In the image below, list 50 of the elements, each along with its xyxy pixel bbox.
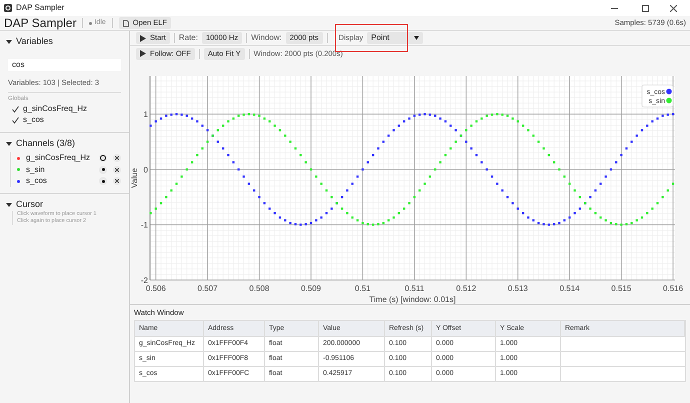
x-tick-label: 0.506 (146, 284, 166, 293)
x-tick-label: 0.508 (249, 284, 270, 293)
visibility-toggle[interactable] (99, 166, 107, 174)
x-tick-label: 0.509 (300, 284, 322, 293)
variable-label: s_cos (23, 114, 44, 126)
checkbox[interactable] (12, 116, 19, 124)
channel-name: s_sin (26, 164, 46, 176)
y-axis-label: Value (130, 168, 139, 188)
remove-button[interactable] (113, 166, 121, 174)
section-title: Variables (16, 35, 53, 48)
section-title: Channels (3/8) (16, 136, 76, 150)
variable-label: g_sinCosFreq_Hz (23, 103, 88, 116)
search-field[interactable]: cos (8, 58, 121, 70)
x-tick-label: 0.515 (611, 284, 632, 293)
remove-button[interactable] (113, 154, 121, 162)
remove-button[interactable] (113, 177, 121, 185)
checkbox[interactable] (12, 106, 19, 113)
caret-icon[interactable] (6, 202, 12, 208)
y-tick-label: -1 (140, 220, 148, 230)
x-tick-label: 0.507 (198, 284, 218, 293)
x-tick-label: 0.513 (508, 284, 528, 293)
window-title: DAP Sampler (16, 2, 64, 14)
app-icon (4, 4, 12, 12)
close-icon[interactable] (670, 4, 677, 12)
x-tick-label: 0.514 (560, 284, 580, 293)
caret-icon[interactable] (6, 38, 12, 45)
visibility-toggle[interactable] (99, 154, 107, 162)
maximize-icon[interactable] (642, 4, 649, 12)
y-tick-label: 0 (144, 165, 148, 174)
file-icon (122, 20, 129, 26)
display-dropdown[interactable]: Point (367, 32, 424, 44)
window-label: Window: (251, 32, 282, 44)
y-tick-label: 1 (144, 110, 148, 120)
visibility-toggle[interactable] (99, 177, 107, 185)
play-icon (140, 50, 146, 57)
status-dot-icon (89, 22, 92, 24)
play-icon (140, 34, 146, 42)
x-tick-label: 0.51 (354, 284, 370, 293)
channel-name: g_sinCosFreq_Hz (26, 152, 92, 164)
app-title: DAP Sampler (4, 17, 76, 29)
x-tick-label: 0.512 (456, 284, 476, 293)
channel-name: s_cos (26, 175, 48, 187)
x-tick-label: 0.511 (404, 284, 424, 293)
x-tick-label: 0.516 (663, 284, 684, 293)
caret-icon (414, 36, 420, 40)
caret-icon[interactable] (6, 140, 12, 146)
rate-label: Rate: (178, 32, 198, 44)
section-title: Cursor (16, 198, 44, 211)
y-tick-label: -2 (140, 276, 148, 285)
x-axis-label: Time (s) [window: 0.01s] (369, 295, 456, 304)
